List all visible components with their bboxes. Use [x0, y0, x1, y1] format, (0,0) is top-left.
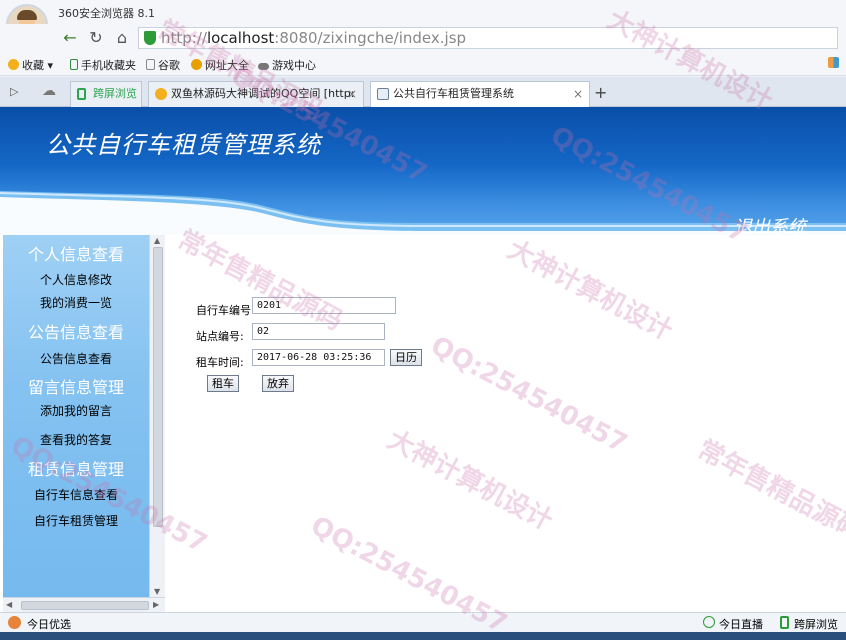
- bike-number-label: 自行车编号:: [196, 304, 255, 317]
- tab-bar: ▷ ☁ 跨屏浏览 双鱼林源码大神调试的QQ空间 [http: × 公共自行车租赁…: [0, 77, 846, 108]
- globe-icon: [191, 59, 202, 70]
- scroll-right-icon[interactable]: ▶: [153, 600, 159, 609]
- left-sidebar-menu: 个人信息查看 个人信息修改 我的消费一览 公告信息查看 公告信息查看 留言信息管…: [3, 235, 149, 612]
- back-arrow-icon[interactable]: ←: [60, 28, 80, 48]
- rent-time-input[interactable]: 2017-06-28 03:25:36: [252, 349, 385, 366]
- menu-item-view-notices[interactable]: 公告信息查看: [3, 350, 149, 367]
- tab-cross-screen[interactable]: 跨屏浏览: [70, 81, 142, 107]
- phone-icon: [70, 59, 78, 70]
- scroll-down-icon[interactable]: ▼: [154, 587, 160, 596]
- phone-icon: [77, 88, 86, 100]
- home-icon[interactable]: ⌂: [112, 28, 132, 48]
- menu-item-add-message[interactable]: 添加我的留言: [3, 402, 149, 419]
- menu-item-bike-rental[interactable]: 自行车租赁管理: [3, 512, 149, 529]
- scroll-left-icon[interactable]: ◀: [6, 600, 12, 609]
- menu-item-my-spending[interactable]: 我的消费一览: [3, 294, 149, 311]
- browser-status-bar: 今日优选 今日直播 跨屏浏览: [0, 612, 846, 632]
- menu-heading-personal: 个人信息查看: [27, 245, 124, 264]
- menu-item-bike-info[interactable]: 自行车信息查看: [3, 486, 149, 503]
- url-text: http://localhost:8080/zixingche/index.js…: [161, 29, 467, 47]
- bookmark-sites[interactable]: 网址大全: [191, 57, 249, 73]
- tab-qq-space[interactable]: 双鱼林源码大神调试的QQ空间 [http: ×: [148, 81, 364, 107]
- cancel-button[interactable]: 放弃: [262, 375, 294, 392]
- menu-heading-rental: 租赁信息管理: [27, 460, 124, 479]
- shield-icon: [144, 31, 156, 45]
- logout-link[interactable]: 退出系统: [734, 213, 806, 235]
- apps-grid-icon[interactable]: [828, 57, 842, 70]
- browser-title: 360安全浏览器 8.1: [58, 7, 155, 20]
- sidebar-vertical-scrollbar[interactable]: ▲ ▼: [149, 235, 165, 599]
- station-number-label: 站点编号:: [196, 330, 244, 343]
- play-icon: [703, 616, 715, 628]
- header-banner: 公共自行车租赁管理系统 退出系统: [0, 107, 846, 235]
- status-daily-picks[interactable]: 今日优选: [27, 616, 71, 632]
- star-icon: [8, 59, 19, 70]
- scrollbar-thumb[interactable]: [21, 601, 149, 610]
- bookmark-favorites[interactable]: 收藏 ▾: [8, 57, 53, 73]
- image-icon: [377, 88, 389, 100]
- os-taskbar: [0, 632, 846, 640]
- page-content: 公共自行车租赁管理系统 退出系统 个人信息查看 个人信息修改 我的消费一览 公告…: [0, 107, 846, 612]
- star-icon: [155, 88, 167, 100]
- refresh-icon[interactable]: ↻: [86, 28, 106, 48]
- status-cross-screen[interactable]: 跨屏浏览: [794, 616, 838, 632]
- tab-bike-system[interactable]: 公共自行车租赁管理系统 ×: [370, 81, 590, 108]
- browser-title-bar: 360安全浏览器 8.1: [0, 0, 846, 24]
- bookmark-mobile[interactable]: 手机收藏夹: [70, 57, 136, 73]
- scroll-up-icon[interactable]: ▲: [154, 236, 160, 245]
- rent-button[interactable]: 租车: [207, 375, 239, 392]
- station-number-input[interactable]: 02: [252, 323, 385, 340]
- menu-heading-notices: 公告信息查看: [27, 323, 124, 342]
- navigation-bar: ← ↻ ⌂ http://localhost:8080/zixingche/in…: [0, 24, 846, 52]
- cloud-icon[interactable]: ☁: [42, 83, 56, 99]
- menu-heading-messages: 留言信息管理: [27, 378, 124, 397]
- bike-number-input[interactable]: 0201: [252, 297, 396, 314]
- rent-time-label: 租车时间:: [196, 356, 244, 369]
- new-tab-button[interactable]: +: [594, 83, 607, 102]
- bookmarks-bar: 收藏 ▾ 手机收藏夹 谷歌 网址大全 游戏中心: [0, 52, 846, 76]
- status-live[interactable]: 今日直播: [719, 616, 763, 632]
- lightbulb-icon: [8, 616, 21, 629]
- bookmark-games[interactable]: 游戏中心: [258, 57, 316, 73]
- banner-wave-decoration: [0, 191, 846, 235]
- gamepad-icon: [258, 63, 269, 70]
- close-icon[interactable]: ×: [573, 82, 583, 106]
- bookmark-google[interactable]: 谷歌: [146, 57, 180, 73]
- system-title: 公共自行车租赁管理系统: [46, 131, 321, 159]
- page-icon: [146, 59, 155, 70]
- scrollbar-thumb[interactable]: [153, 247, 163, 527]
- address-bar[interactable]: http://localhost:8080/zixingche/index.js…: [138, 27, 838, 49]
- close-icon[interactable]: ×: [347, 82, 357, 106]
- phone-icon: [780, 616, 789, 629]
- menu-item-edit-profile[interactable]: 个人信息修改: [3, 271, 149, 288]
- calendar-button[interactable]: 日历: [390, 349, 422, 366]
- sidebar-toggle-icon[interactable]: ▷: [10, 85, 18, 98]
- sidebar-horizontal-scrollbar[interactable]: ◀ ▶: [3, 597, 165, 612]
- menu-item-view-replies[interactable]: 查看我的答复: [3, 431, 149, 448]
